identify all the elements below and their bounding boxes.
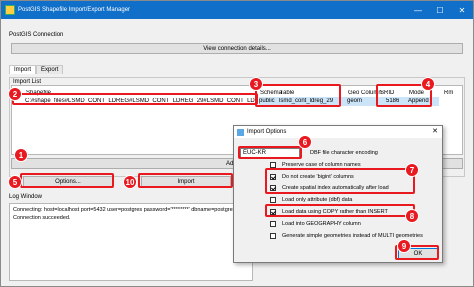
dialog-app-icon xyxy=(237,128,244,136)
step-badge-1: 1 xyxy=(14,148,28,162)
highlight-box-copy xyxy=(265,204,415,217)
highlight-box-encoding xyxy=(238,146,302,159)
step-badge-4: 4 xyxy=(421,77,435,91)
log-line: Connecting: host=localhost port=5432 use… xyxy=(13,207,249,213)
highlight-box-import xyxy=(138,173,233,188)
checkbox[interactable] xyxy=(270,161,276,168)
step-badge-2: 2 xyxy=(8,87,22,101)
step-badge-3: 3 xyxy=(249,77,263,91)
dialog-title: Import Options xyxy=(247,129,287,135)
step-badge-9: 9 xyxy=(397,239,411,253)
step-badge-10: 10 xyxy=(123,175,137,189)
window-title: PostGIS Shapefile Import/Export Manager xyxy=(18,7,131,13)
highlight-box-options xyxy=(20,173,114,188)
tab-export[interactable]: Export xyxy=(36,65,64,74)
log-window-label: Log Window xyxy=(9,194,43,200)
step-badge-5: 5 xyxy=(8,175,22,189)
highlight-box-schema-table xyxy=(255,84,341,107)
checkbox[interactable] xyxy=(270,232,276,239)
postgis-app-icon xyxy=(5,5,15,15)
log-output: Connecting: host=localhost port=5432 use… xyxy=(9,203,253,281)
dialog-close-button[interactable]: ✕ xyxy=(432,127,438,135)
encoding-label: DBF file character encoding xyxy=(310,150,378,156)
connection-group-label: PostGIS Connection xyxy=(9,32,64,38)
tab-import[interactable]: Import xyxy=(9,65,37,74)
checkbox[interactable] xyxy=(270,196,276,203)
option-simple-geometries[interactable]: Generate simple geometries instead of MU… xyxy=(270,231,440,240)
cell-geo-column: geom xyxy=(347,98,363,104)
title-bar: PostGIS Shapefile Import/Export Manager … xyxy=(1,1,473,19)
minimize-button[interactable]: — xyxy=(407,1,429,19)
log-line: Connection succeeded. xyxy=(13,215,71,221)
option-dbf-only[interactable]: Load only attribute (dbf) data xyxy=(270,195,440,204)
window-controls: — ☐ ✕ xyxy=(407,1,473,19)
view-connection-details-button[interactable]: View connection details... xyxy=(11,43,463,54)
dialog-title-bar: Import Options ✕ xyxy=(234,126,442,138)
checkbox[interactable] xyxy=(270,220,276,227)
highlight-box-bigint-spatial xyxy=(265,168,415,194)
column-header-rm: Rm xyxy=(444,90,454,96)
highlight-box-shapefile xyxy=(12,93,258,105)
tab-strip: Import Export xyxy=(9,65,64,74)
maximize-button[interactable]: ☐ xyxy=(429,1,451,19)
step-badge-7: 7 xyxy=(405,163,419,177)
step-badge-6: 6 xyxy=(298,135,312,149)
close-button[interactable]: ✕ xyxy=(451,1,473,19)
step-badge-8: 8 xyxy=(405,209,419,223)
